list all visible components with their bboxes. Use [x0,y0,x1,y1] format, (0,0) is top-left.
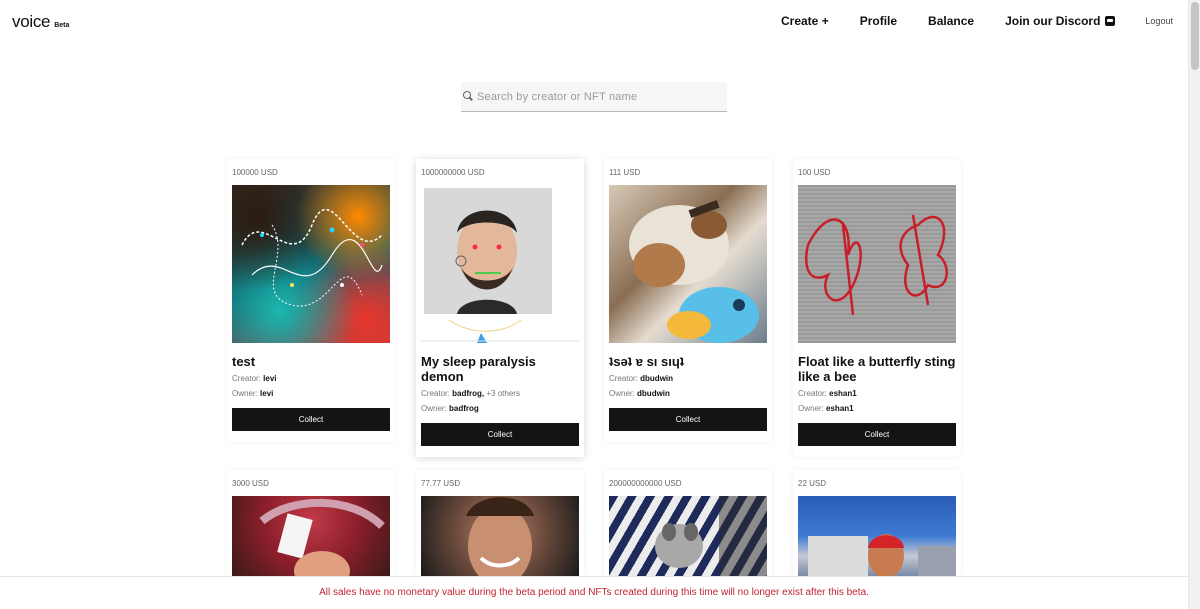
nav-logout[interactable]: Logout [1145,16,1173,26]
nft-owner: Owner: eshan1 [798,404,956,414]
nft-creator: Creator: badfrog, +3 others [421,389,579,399]
owner-name[interactable]: badfrog [449,404,479,413]
owner-label: Owner: [232,389,258,398]
owner-name[interactable]: levi [260,389,273,398]
collect-button[interactable]: Collect [609,408,767,431]
creator-name[interactable]: levi [263,374,276,383]
nft-price: 77.77 USD [421,479,461,488]
nav-menu: Create + Profile Balance Join our Discor… [781,14,1173,28]
nft-title[interactable]: Float like a butterfly sting like a bee [798,354,956,384]
creator-label: Creator: [421,389,450,398]
city-photo-art [808,534,956,576]
owner-name[interactable]: eshan1 [826,404,854,413]
nft-owner: Owner: dbudwin [609,389,767,399]
nft-price: 22 USD [798,479,827,488]
owner-name[interactable]: dbudwin [637,389,670,398]
nft-image-face-portrait[interactable] [421,185,579,343]
nft-card[interactable]: 100 USD Float like a butterfly sting lik… [793,159,961,457]
nav-discord[interactable]: Join our Discord [1005,14,1116,28]
nft-image-pug-photo[interactable] [609,496,767,576]
nav-profile[interactable]: Profile [860,14,897,28]
nft-image-butterfly-embroidery[interactable] [798,185,956,343]
owner-label: Owner: [421,404,447,413]
nft-image-dog-photo[interactable] [609,185,767,343]
nft-creator: Creator: eshan1 [798,389,956,399]
nft-price: 100 USD [798,168,831,177]
logo-text: voice [12,12,51,31]
nft-owner: Owner: levi [232,389,390,399]
nft-creator: Creator: levi [232,374,390,384]
nft-image-city-photo[interactable] [798,496,956,576]
creator-more[interactable]: +3 others [486,389,520,398]
nft-image-abstract-art[interactable] [232,185,390,343]
nft-card[interactable]: 22 USD [793,470,961,576]
dog-photo-art [629,200,759,343]
nav-create[interactable]: Create + [781,14,829,28]
nft-card[interactable]: 200000000000 USD [604,470,772,576]
creator-label: Creator: [798,389,827,398]
nft-price: 200000000000 USD [609,479,682,488]
face-portrait-art [421,188,579,343]
nft-title[interactable]: ʇsǝʇ ɐ sı sıɥʇ [609,354,767,369]
scrollbar-thumb[interactable] [1191,2,1199,70]
creator-label: Creator: [232,374,261,383]
nft-title[interactable]: test [232,354,390,369]
nft-price: 111 USD [609,168,641,177]
nft-price: 100000 USD [232,168,278,177]
nav-balance[interactable]: Balance [928,14,974,28]
nft-card[interactable]: 1000000000 USD My sleep paralysis demon … [416,159,584,457]
nft-card[interactable]: 111 USD ʇsǝʇ ɐ sı sıɥʇ Creator: dbudwin … [604,159,772,442]
owner-label: Owner: [798,404,824,413]
logo-beta-badge: Beta [54,22,70,29]
creator-name[interactable]: badfrog, [452,389,484,398]
owner-label: Owner: [609,389,635,398]
nft-card[interactable]: 77.77 USD [416,470,584,576]
discord-icon [1105,16,1116,26]
top-navbar: voice Beta Create + Profile Balance Join… [0,0,1188,44]
search-icon [463,90,473,101]
nft-image-girl-portrait[interactable] [421,496,579,576]
collect-button[interactable]: Collect [421,423,579,446]
nft-owner: Owner: badfrog [421,404,579,414]
nft-image-hat-photo[interactable] [232,496,390,576]
beta-notice-text: All sales have no monetary value during … [319,587,869,598]
butterfly-embroidery-art [804,214,948,316]
pug-photo-art [655,496,767,576]
nft-price: 3000 USD [232,479,269,488]
girl-portrait-art [466,497,534,576]
collect-button[interactable]: Collect [798,423,956,446]
beta-notice-bar: All sales have no monetary value during … [0,576,1188,609]
creator-label: Creator: [609,374,638,383]
nft-title[interactable]: My sleep paralysis demon [421,354,579,384]
nft-price: 1000000000 USD [421,168,485,177]
hat-photo-art [259,498,385,576]
search-bar[interactable] [461,82,727,112]
collect-button[interactable]: Collect [232,408,390,431]
site-logo[interactable]: voice Beta [12,12,69,32]
creator-name[interactable]: dbudwin [640,374,673,383]
nft-creator: Creator: dbudwin [609,374,767,384]
abstract-art-scribbles [241,208,383,307]
nft-card[interactable]: 100000 USD test Creator: levi Owner: lev… [227,159,395,442]
nav-discord-label: Join our Discord [1005,14,1101,28]
nft-card[interactable]: 3000 USD [227,470,395,576]
page-scrollbar[interactable] [1188,0,1200,609]
creator-name[interactable]: eshan1 [829,389,857,398]
search-input[interactable] [477,90,717,103]
